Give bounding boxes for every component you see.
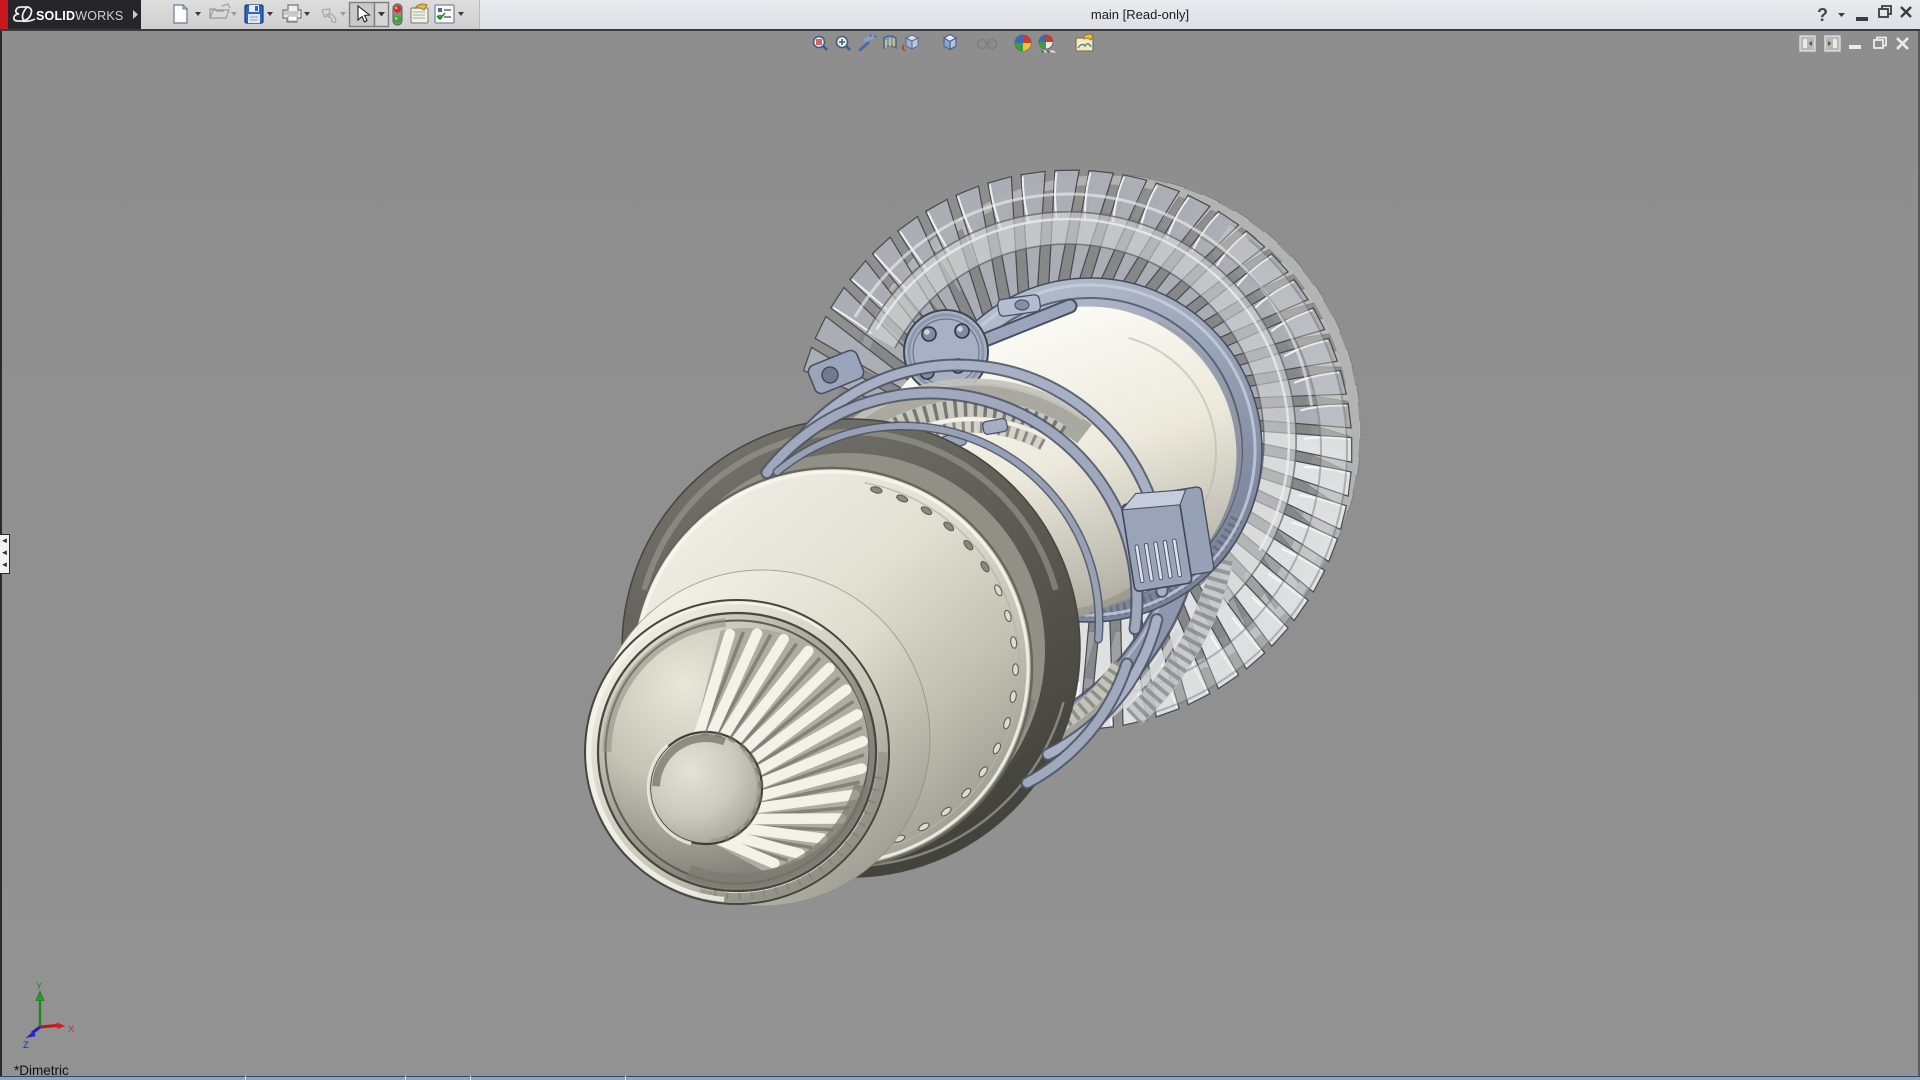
svg-text:?: ? (1817, 5, 1828, 25)
svg-text:Y: Y (36, 981, 42, 991)
svg-text:Z: Z (23, 1040, 29, 1051)
svg-text:X: X (68, 1024, 75, 1035)
